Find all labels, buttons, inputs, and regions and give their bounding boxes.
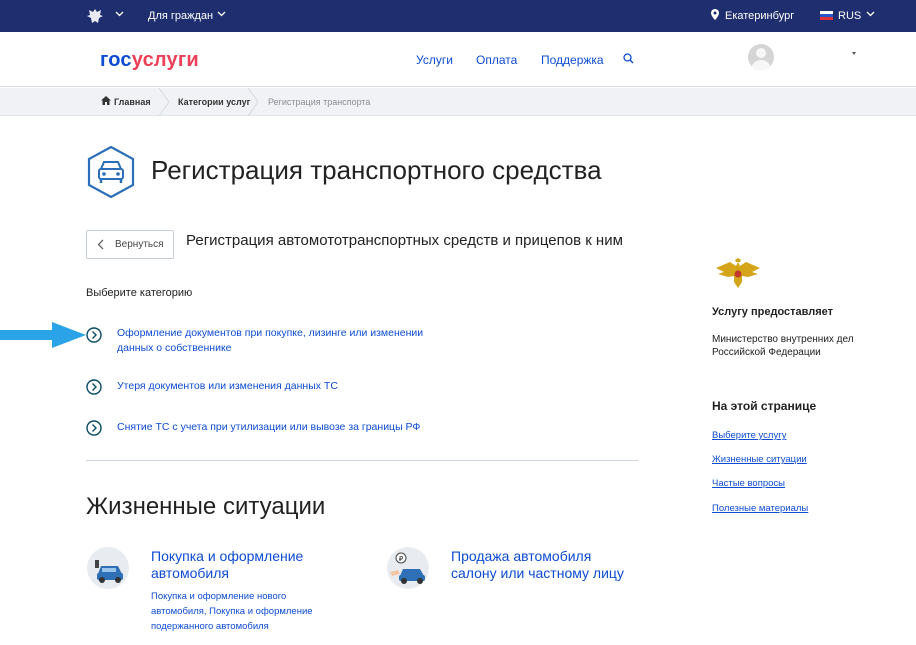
location-pin-icon[interactable]: [711, 9, 719, 20]
car-purchase-icon[interactable]: [86, 546, 130, 590]
anchor-link-faq[interactable]: Частые вопросы: [712, 478, 785, 489]
life-situations-title: Жизненные ситуации: [86, 493, 326, 520]
category-link-documents-purchase[interactable]: Оформление документов при покупке, лизин…: [117, 326, 423, 356]
service-subtitle: Регистрация автомототранспортных средств…: [186, 232, 623, 249]
on-this-page-label: На этой странице: [712, 399, 817, 413]
category-link-deregistration[interactable]: Снятие ТС с учета при утилизации или выв…: [117, 420, 420, 435]
page-title: Регистрация транспортного средства: [151, 155, 602, 185]
chevron-down-icon[interactable]: [217, 11, 226, 17]
user-menu-caret-icon[interactable]: [852, 52, 856, 55]
mvd-emblem-icon: [716, 258, 760, 288]
back-button-label: Вернуться: [115, 239, 164, 250]
top-bar: Для граждан Екатеринбург RUS: [0, 0, 916, 32]
nav-payment[interactable]: Оплата: [476, 53, 517, 67]
section-divider: [86, 460, 638, 461]
provider-name: Министерство внутренних дел Российской Ф…: [712, 334, 854, 358]
nav-services[interactable]: Услуги: [416, 53, 453, 67]
breadcrumb-separator: [247, 88, 259, 116]
situation-link-car-sale[interactable]: Продажа автомобиля салону или частному л…: [451, 548, 624, 582]
home-icon[interactable]: [101, 96, 111, 105]
breadcrumb: Главная Категории услуг Регистрация тран…: [0, 88, 916, 116]
russian-flag-icon: [820, 11, 833, 20]
chevron-down-icon[interactable]: [115, 11, 124, 17]
coat-of-arms-icon[interactable]: [85, 6, 105, 26]
nav-support[interactable]: Поддержка: [541, 53, 604, 67]
site-header: госуслуги Услуги Оплата Поддержка: [0, 32, 916, 87]
language-selector[interactable]: RUS: [838, 10, 861, 22]
choose-category-label: Выберите категорию: [86, 287, 193, 299]
chevron-down-icon[interactable]: [866, 11, 875, 17]
chevron-right-circle-icon[interactable]: [86, 379, 102, 395]
category-link-lost-documents[interactable]: Утеря документов или изменения данных ТС: [117, 379, 338, 394]
anchor-link-useful-materials[interactable]: Полезные материалы: [712, 503, 808, 514]
situation-description[interactable]: Покупка и оформление нового автомобиля, …: [151, 589, 351, 634]
car-sale-icon[interactable]: ₽: [386, 546, 430, 590]
city-selector[interactable]: Екатеринбург: [725, 10, 794, 22]
breadcrumb-categories[interactable]: Категории услуг: [178, 97, 250, 107]
anchor-link-choose-service[interactable]: Выберите услугу: [712, 430, 786, 441]
svg-text:₽: ₽: [399, 555, 404, 563]
for-citizens-dropdown[interactable]: Для граждан: [148, 10, 213, 22]
breadcrumb-separator: [158, 88, 170, 116]
gosuslugi-logo[interactable]: госуслуги: [100, 49, 199, 72]
car-category-icon: [87, 145, 135, 199]
search-icon[interactable]: [623, 53, 634, 64]
situation-link-car-purchase[interactable]: Покупка и оформление автомобиля: [151, 548, 303, 582]
chevron-right-circle-icon[interactable]: [86, 420, 102, 436]
back-button[interactable]: Вернуться: [86, 230, 174, 259]
anchor-link-life-situations[interactable]: Жизненные ситуации: [712, 454, 807, 465]
chevron-left-icon: [97, 239, 104, 250]
provider-label: Услугу предоставляет: [712, 306, 834, 318]
breadcrumb-home[interactable]: Главная: [114, 97, 151, 107]
chevron-right-circle-icon[interactable]: [86, 327, 102, 343]
pointer-arrow-icon: [0, 322, 86, 348]
user-avatar[interactable]: [748, 44, 774, 70]
breadcrumb-current: Регистрация транспорта: [268, 97, 371, 107]
